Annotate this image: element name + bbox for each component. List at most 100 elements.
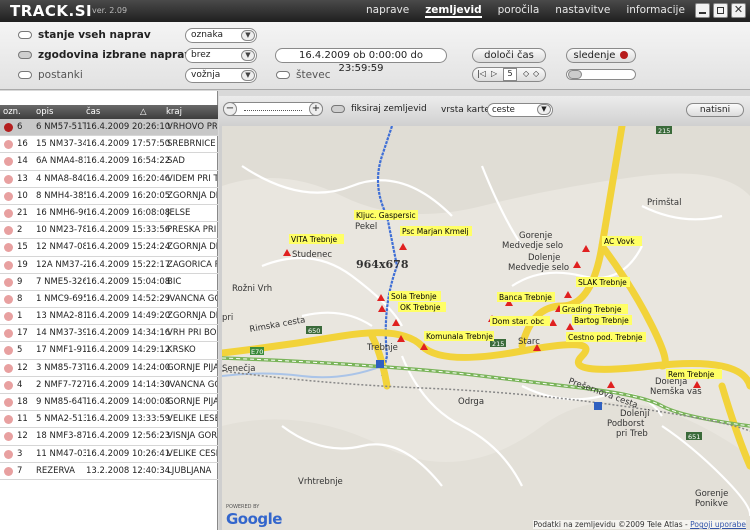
table-row[interactable]: 21 16 NMH6-96 16.4.2009 16:08:08 JELŠE — [0, 205, 218, 223]
table-row[interactable]: 17 14 NM37-39 16.4.2009 14:34:16 VRH PRI BO… — [0, 325, 218, 343]
status-all-option[interactable]: stanje vseh naprav — [18, 29, 151, 41]
cell-kraj: PRESKA PRI D — [167, 225, 217, 236]
road-name: Rimska cesta — [249, 315, 306, 335]
label-select[interactable]: oznaka ▼ — [185, 28, 257, 43]
table-row[interactable]: 13 4 NMA8-840 16.4.2009 16:20:46 VIDEM PRI … — [0, 171, 218, 188]
table-row[interactable]: 18 9 NM85-64T 16.4.2009 14:00:08 GORNJE PIJ… — [0, 394, 218, 412]
table-row[interactable]: 14 6A NMA4-81 16.4.2009 16:54:22 SAD — [0, 153, 218, 171]
table-row[interactable]: 12 3 NM85-73T 16.4.2009 14:24:00 GORNJE PIJ… — [0, 360, 218, 377]
nav-nastavitve[interactable]: nastavitve — [555, 4, 610, 18]
cell-ozn: 2 — [17, 225, 23, 236]
cell-opis: 7 NME5-326 — [36, 276, 86, 287]
app-logo: TRACK.SI — [10, 2, 93, 20]
stops-option[interactable]: postanki — [18, 69, 83, 81]
speed-slider[interactable] — [566, 69, 636, 80]
place-label: pri Treb — [616, 429, 648, 439]
status-all-radio[interactable] — [18, 31, 32, 39]
table-row[interactable]: 10 8 NMH4-385 16.4.2009 16:20:05 ZGORNJA DR — [0, 188, 218, 205]
history-radio[interactable] — [18, 51, 32, 59]
cell-kraj: ZGORNJA DR — [167, 242, 217, 253]
zoom-out-icon[interactable]: − — [223, 102, 237, 116]
fix-map-option[interactable]: fiksiraj zemljevid — [331, 104, 427, 114]
drive-select[interactable]: vožnja ▼ — [185, 68, 257, 83]
table-row[interactable]: 15 12 NM47-08F16.4.2009 15:24:24ZGORNJA D… — [0, 239, 218, 257]
counter-radio[interactable] — [276, 71, 290, 79]
step-down-icon[interactable]: ◇ — [523, 69, 529, 78]
cell-ozn: 5 — [17, 345, 23, 356]
cell-opis: 12A NM37-2 — [36, 259, 86, 270]
play-icon[interactable]: ▷ — [491, 69, 497, 78]
nav-informacije[interactable]: informacije — [626, 4, 685, 18]
map-type-select[interactable]: ceste ▼ — [487, 103, 553, 117]
cell-ozn: 18 — [17, 397, 28, 407]
map-type-label: vrsta karte — [441, 105, 490, 115]
nav-zemljevid[interactable]: zemljevid — [425, 4, 482, 18]
cell-ozn: 21 — [17, 207, 28, 218]
nav-porocila[interactable]: poročila — [498, 4, 540, 18]
date-range-field[interactable]: 16.4.2009 ob 0:00:00 do 23:59:59 — [275, 48, 447, 74]
table-row[interactable]: 1 13 NMA2-81 16.4.2009 14:49:20 ZGORNJA DR — [0, 308, 218, 326]
place-label: Primštal — [647, 197, 681, 208]
fix-map-radio[interactable] — [331, 105, 345, 113]
minimize-icon[interactable] — [695, 3, 710, 18]
zoom-slider[interactable]: − + — [223, 102, 323, 116]
col-opis[interactable]: opis — [36, 107, 53, 117]
counter-option[interactable]: števec — [276, 69, 331, 81]
cell-cas: 16.4.2009 10:26:41 — [86, 448, 171, 459]
table-row[interactable]: 6 6 NM57-51T 16.4.2009 20:26:10 VRHOVO PRI — [0, 119, 218, 137]
playback-controls: |◁ ▷ 5 ◇ ◇ — [472, 67, 546, 82]
tracking-button[interactable]: sledenje — [566, 48, 636, 63]
table-row[interactable]: 4 2 NMF7-727 16.4.2009 14:14:30 IVANČNA GO — [0, 377, 218, 394]
table-row[interactable]: 3 11 NM47-03F16.4.2009 10:26:41VELIKE ČEŠ… — [0, 446, 218, 463]
map-toolbar: − + fiksiraj zemljevid vrsta karte ceste… — [219, 96, 750, 126]
status-dot-icon — [4, 363, 13, 373]
cell-opis: 6A NMA4-81 — [36, 156, 86, 167]
status-dot-icon — [4, 157, 13, 167]
maximize-icon[interactable] — [713, 3, 728, 18]
place-label: Studenec — [292, 250, 332, 260]
place-label: Trebnje — [366, 343, 398, 353]
cell-cas: 16.4.2009 16:20:05 — [86, 190, 171, 201]
svg-text:Grading Trebnje: Grading Trebnje — [562, 305, 622, 314]
stops-radio[interactable] — [18, 71, 32, 79]
cell-opis: 9 NM85-64T — [36, 397, 86, 407]
map-canvas[interactable]: Pekel Studenec Rožni Vrh Gorenje Medvedj… — [222, 126, 750, 530]
table-row[interactable]: 19 12A NM37-216.4.2009 15:22:17ZAGORICA P… — [0, 257, 218, 274]
map-graphics: Pekel Studenec Rožni Vrh Gorenje Medvedj… — [222, 126, 750, 530]
chevron-down-icon: ▼ — [241, 70, 255, 81]
history-option[interactable]: zgodovina izbrane naprave — [18, 49, 198, 61]
cell-opis: 16 NMH6-96 — [36, 207, 86, 218]
cell-opis: 5 NMA2-513 — [36, 414, 86, 425]
table-row[interactable]: 16 15 NM37-34T16.4.2009 17:57:50SREBRNIČE — [0, 136, 218, 154]
zoom-in-icon[interactable]: + — [309, 102, 323, 116]
status-dot-icon — [4, 380, 13, 390]
step-up-icon[interactable]: ◇ — [533, 69, 539, 78]
table-row[interactable]: 8 1 NMC9-695 16.4.2009 14:52:29 IVANČNA GO — [0, 291, 218, 309]
app-window: TRACK.SI ver. 2.09 naprave zemljevid por… — [0, 0, 750, 530]
slider-knob[interactable] — [568, 70, 582, 79]
table-row[interactable]: 11 5 NMA2-513 16.4.2009 13:33:59 VELIKE LES… — [0, 411, 218, 429]
col-cas[interactable]: čas — [86, 107, 100, 117]
cell-opis: 13 NMA2-81 — [36, 311, 86, 322]
nav-naprave[interactable]: naprave — [366, 4, 409, 18]
col-ozn[interactable]: ozn. — [3, 107, 21, 117]
cell-kraj: IVANČNA GO — [167, 293, 217, 304]
set-time-button[interactable]: določi čas — [472, 48, 546, 63]
rewind-icon[interactable]: |◁ — [477, 69, 486, 78]
close-icon[interactable]: ✕ — [731, 3, 746, 18]
table-row[interactable]: 2 10 NM23-78F16.4.2009 15:33:56PRESKA PRI… — [0, 222, 218, 240]
terms-link[interactable]: Pogoji uporabe — [690, 520, 746, 529]
table-row[interactable]: 5 17 NMF1-91 16.4.2009 14:29:12 KRŠKO — [0, 342, 218, 360]
table-row[interactable]: 7 REZERVA 13.2.2008 12:40:34 LJUBLJANA — [0, 463, 218, 480]
table-row[interactable]: 12 18 NMF3-87 16.4.2009 12:56:23 VIŠNJA GOR… — [0, 428, 218, 446]
table-row[interactable]: 9 7 NME5-326 16.4.2009 15:04:08 BIČ — [0, 274, 218, 291]
filter-select[interactable]: brez ▼ — [185, 48, 257, 63]
status-dot-icon — [4, 277, 13, 287]
google-wordmark: Google — [226, 510, 282, 528]
cell-ozn: 19 — [17, 259, 28, 270]
cell-kraj: LJUBLJANA — [167, 465, 212, 476]
col-kraj[interactable]: kraj — [166, 107, 182, 117]
print-button[interactable]: natisni — [686, 103, 744, 117]
status-dot-icon — [4, 123, 13, 132]
step-value[interactable]: 5 — [503, 68, 517, 81]
